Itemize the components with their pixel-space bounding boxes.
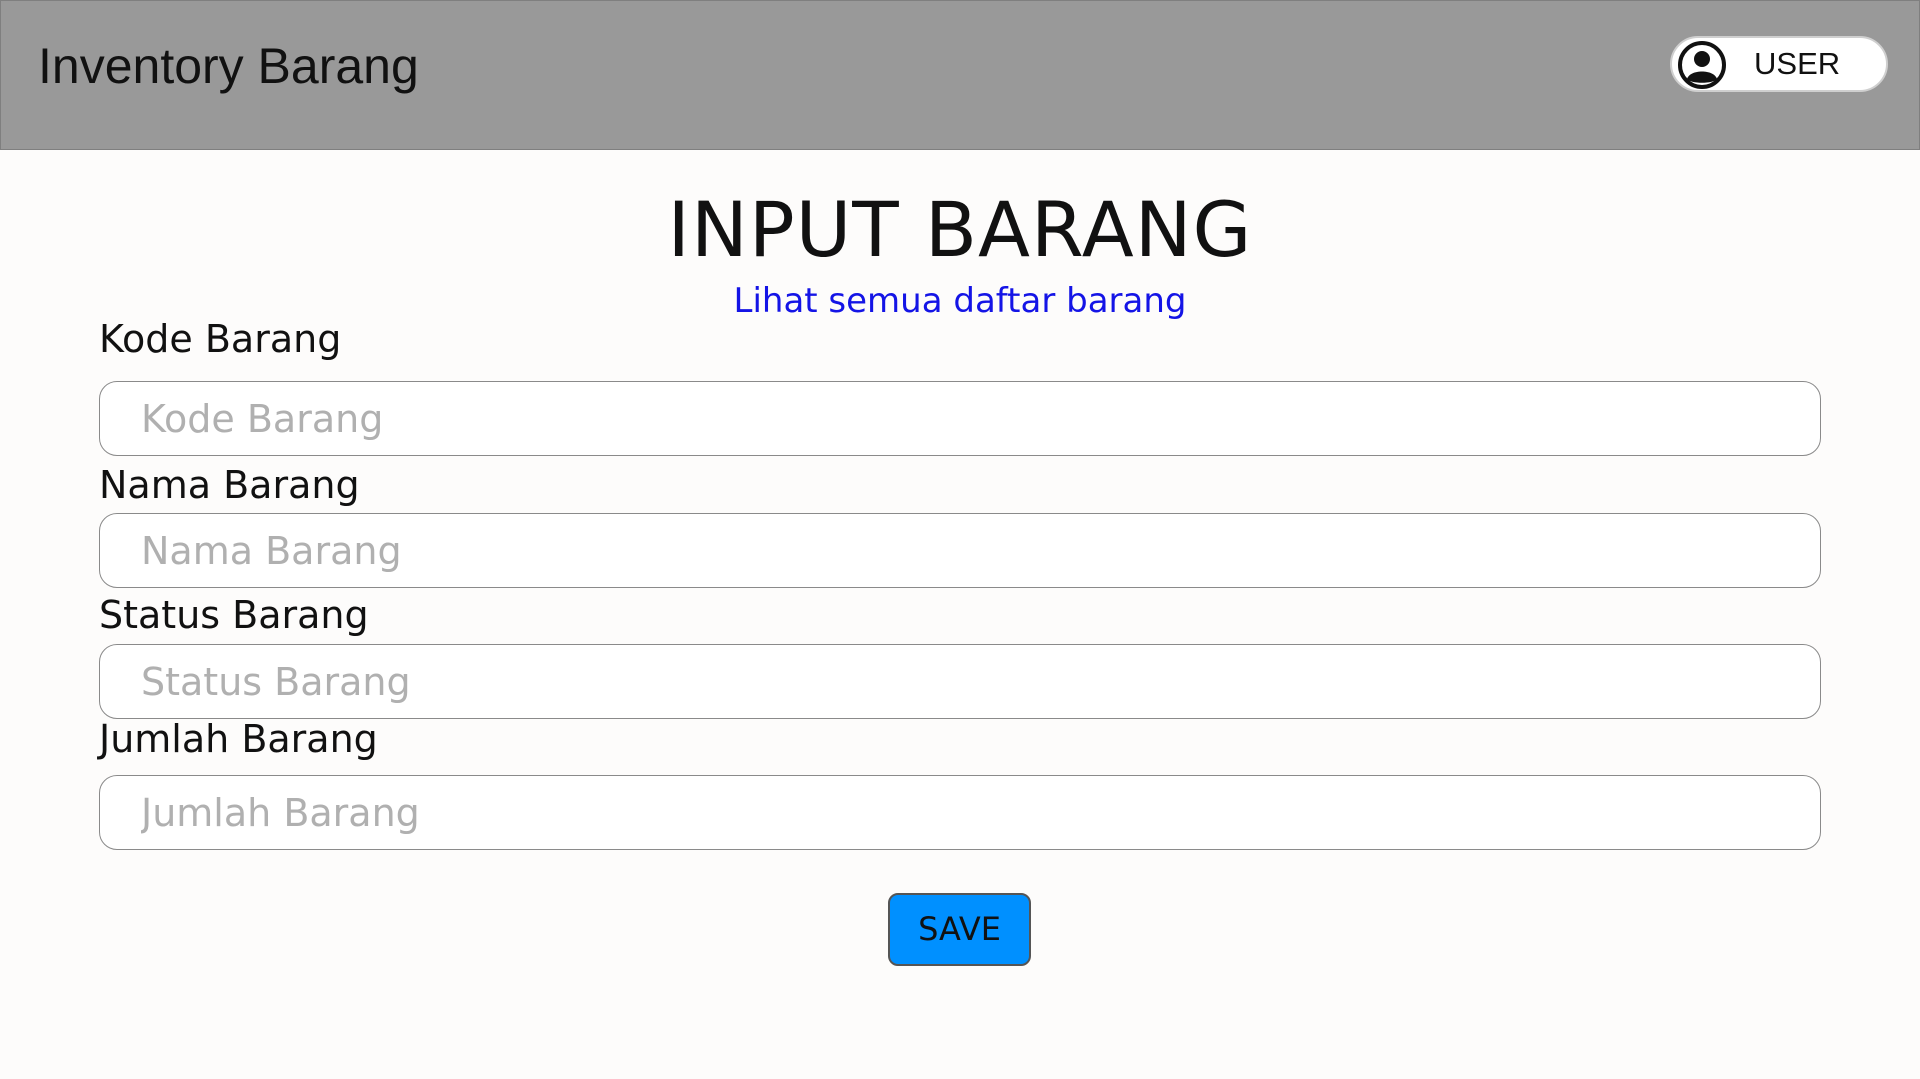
status-barang-label: Status Barang bbox=[99, 593, 369, 637]
user-label: USER bbox=[1754, 46, 1841, 81]
user-menu-button[interactable]: USER bbox=[1670, 36, 1888, 92]
page: Inventory Barang USER INPUT BARANG Lihat… bbox=[0, 0, 1920, 1079]
jumlah-barang-input[interactable] bbox=[99, 775, 1821, 850]
nama-barang-label: Nama Barang bbox=[99, 463, 360, 507]
jumlah-barang-label: Jumlah Barang bbox=[99, 717, 378, 761]
save-button[interactable]: SAVE bbox=[888, 893, 1031, 966]
kode-barang-label: Kode Barang bbox=[99, 317, 342, 361]
status-barang-input[interactable] bbox=[99, 644, 1821, 719]
user-avatar-icon bbox=[1678, 41, 1726, 89]
kode-barang-input[interactable] bbox=[99, 381, 1821, 456]
nama-barang-input[interactable] bbox=[99, 513, 1821, 588]
app-title: Inventory Barang bbox=[38, 38, 419, 94]
page-title: INPUT BARANG bbox=[667, 185, 1253, 274]
app-header: Inventory Barang USER bbox=[0, 0, 1920, 150]
